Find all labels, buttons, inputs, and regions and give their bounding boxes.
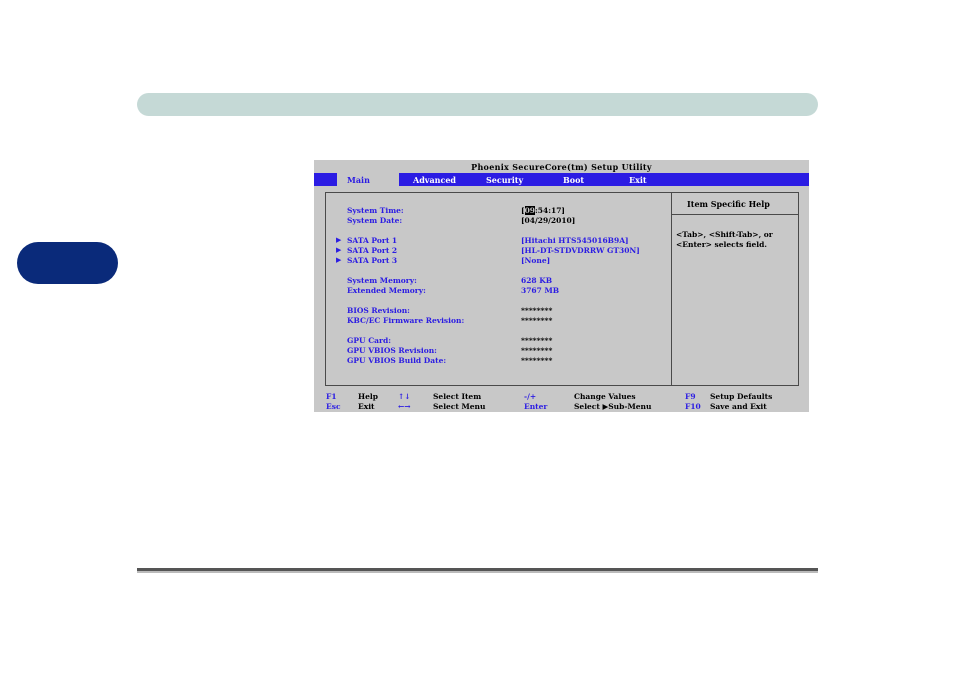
key-esc-desc: Exit <box>358 402 375 411</box>
page-header-bar <box>137 93 818 116</box>
page-footer-rule <box>137 568 818 573</box>
gpu-card-label: GPU Card: <box>347 336 391 345</box>
key-f10: F10 <box>685 402 701 411</box>
submenu-arrow-icon: ▶ <box>336 246 342 254</box>
bios-setup-screen: Phoenix SecureCore(tm) Setup Utility Mai… <box>314 160 809 412</box>
key-f9: F9 <box>685 392 696 401</box>
key-up-down-desc: Select Item <box>433 392 482 401</box>
gpu-vbios-revision-value: ******** <box>521 346 553 355</box>
system-memory-label: System Memory: <box>347 276 417 285</box>
gpu-vbios-build-date-value: ******** <box>521 356 553 365</box>
system-date-value[interactable]: [04/29/2010] <box>521 216 575 225</box>
key-f1-desc: Help <box>358 392 378 401</box>
key-enter: Enter <box>524 402 548 411</box>
bios-key-legend: F1 Help ↑↓ Select Item -/+ Change Values… <box>314 389 809 412</box>
kbc-ec-firmware-label: KBC/EC Firmware Revision: <box>347 316 465 325</box>
gpu-vbios-build-date-label: GPU VBIOS Build Date: <box>347 356 447 365</box>
help-text: <Tab>, <Shift-Tab>, or <Enter> selects f… <box>676 230 773 249</box>
extended-memory-value: 3767 MB <box>521 286 560 295</box>
submenu-arrow-icon: ▶ <box>336 256 342 264</box>
menu-main[interactable]: Main <box>337 173 399 186</box>
key-f9-desc: Setup Defaults <box>710 392 773 401</box>
menu-advanced[interactable]: Advanced <box>413 173 456 186</box>
system-time-label: System Time: <box>347 206 404 215</box>
sata-port-2-value: [HL-DT-STDVDRRW GT30N] <box>521 246 640 255</box>
menu-exit[interactable]: Exit <box>629 173 647 186</box>
system-time-value[interactable]: [09:54:17] <box>521 206 565 215</box>
bios-revision-value: ******** <box>521 306 553 315</box>
system-time-hour-field[interactable]: 09 <box>524 206 535 215</box>
sata-port-3-value: [None] <box>521 256 551 265</box>
chapter-tab <box>17 242 118 284</box>
key-left-right: ←→ <box>398 402 411 411</box>
kbc-ec-firmware-value: ******** <box>521 316 553 325</box>
gpu-card-value: ******** <box>521 336 553 345</box>
system-memory-value: 628 KB <box>521 276 553 285</box>
key-up-down: ↑↓ <box>398 392 411 401</box>
key-f1: F1 <box>326 392 337 401</box>
key-esc: Esc <box>326 402 341 411</box>
sata-port-1-value: [Hitachi HTS545016B9A] <box>521 236 629 245</box>
sata-port-1-label[interactable]: SATA Port 1 <box>347 236 397 245</box>
key-enter-desc: Select ▶Sub-Menu <box>574 402 652 411</box>
key-plus-minus-desc: Change Values <box>574 392 636 401</box>
system-date-label: System Date: <box>347 216 403 225</box>
main-panel: Item Specific Help <Tab>, <Shift-Tab>, o… <box>325 192 809 386</box>
menu-security[interactable]: Security <box>486 173 523 186</box>
bios-revision-label: BIOS Revision: <box>347 306 410 315</box>
bios-menu-bar: Main Advanced Security Boot Exit <box>314 173 809 186</box>
menu-boot[interactable]: Boot <box>563 173 584 186</box>
gpu-vbios-revision-label: GPU VBIOS Revision: <box>347 346 437 355</box>
help-title: Item Specific Help <box>687 199 770 209</box>
key-left-right-desc: Select Menu <box>433 402 486 411</box>
sata-port-3-label[interactable]: SATA Port 3 <box>347 256 397 265</box>
key-f10-desc: Save and Exit <box>710 402 767 411</box>
submenu-arrow-icon: ▶ <box>336 236 342 244</box>
sata-port-2-label[interactable]: SATA Port 2 <box>347 246 397 255</box>
extended-memory-label: Extended Memory: <box>347 286 426 295</box>
key-plus-minus: -/+ <box>524 392 537 401</box>
bios-title: Phoenix SecureCore(tm) Setup Utility <box>314 160 809 173</box>
